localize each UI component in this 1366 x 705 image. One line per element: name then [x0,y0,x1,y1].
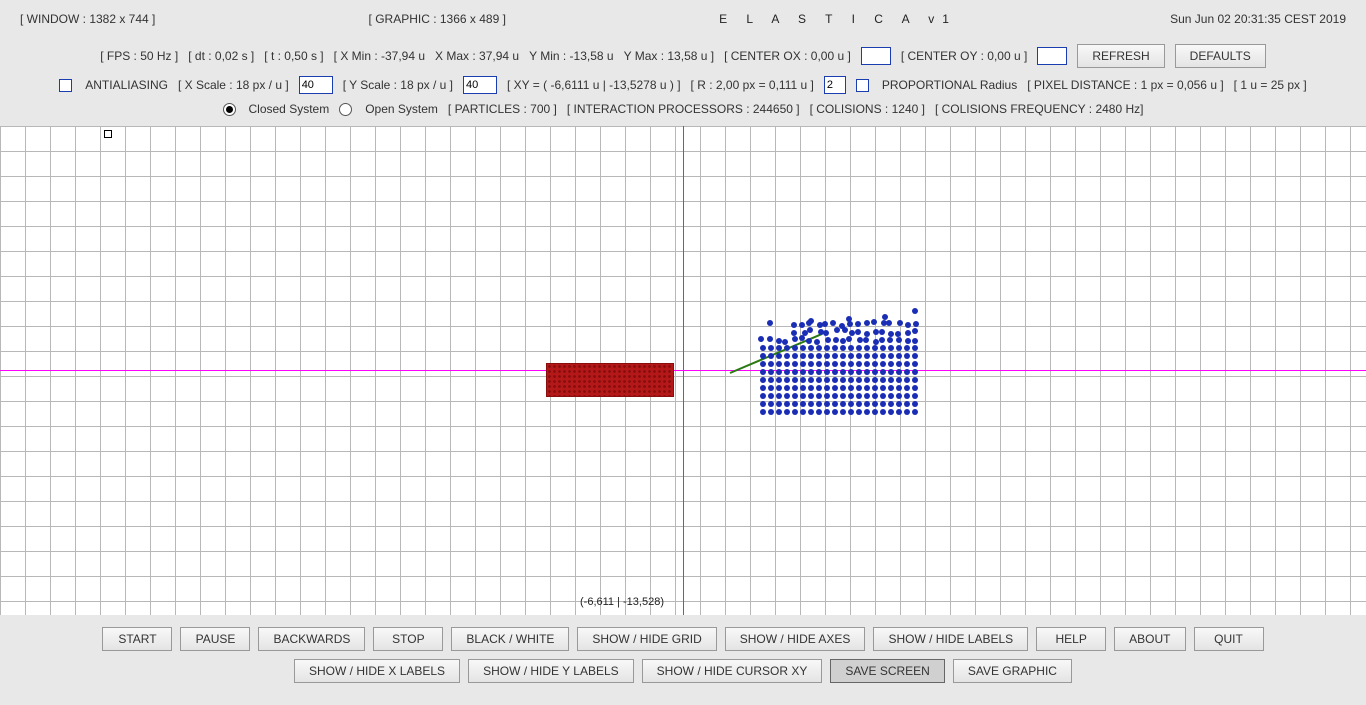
yscale-input[interactable] [463,76,497,94]
open-system-radio[interactable] [339,103,352,116]
black-white-button[interactable]: BLACK / WHITE [451,627,569,651]
defaults-button[interactable]: DEFAULTS [1175,44,1266,68]
y-axis [683,126,684,615]
xscale-input[interactable] [299,76,333,94]
xy-label: [ XY = ( -6,6111 u | -13,5278 u ) ] [507,78,681,92]
show-hide-axes-button[interactable]: SHOW / HIDE AXES [725,627,866,651]
refresh-button[interactable]: REFRESH [1077,44,1164,68]
fps-label: [ FPS : 50 Hz ] [100,49,178,63]
start-button[interactable]: START [102,627,172,651]
proportional-radius-label: PROPORTIONAL Radius [882,78,1017,92]
ymax-label: Y Max : 13,58 u ] [624,49,715,63]
radius-input[interactable] [824,76,846,94]
ymin-label: Y Min : -13,58 u [529,49,614,63]
quit-button[interactable]: QUIT [1194,627,1264,651]
show-hide-grid-button[interactable]: SHOW / HIDE GRID [577,627,716,651]
particle [882,314,888,320]
pause-button[interactable]: PAUSE [180,627,250,651]
pixel-distance-label: [ PIXEL DISTANCE : 1 px = 0,056 u ] [1027,78,1223,92]
datetime-label: Sun Jun 02 20:31:35 CEST 2019 [1170,12,1346,26]
dt-label: [ dt : 0,02 s ] [188,49,254,63]
show-hide-y-labels-button[interactable]: SHOW / HIDE Y LABELS [468,659,634,683]
graphic-size-label: [ GRAPHIC : 1366 x 489 ] [369,12,506,26]
blue-particle-block [760,321,920,419]
collisions-label: [ COLISIONS : 1240 ] [810,102,925,116]
closed-system-label: Closed System [249,102,330,116]
yscale-label: [ Y Scale : 18 px / u ] [343,78,453,92]
interaction-processors-label: [ INTERACTION PROCESSORS : 244650 ] [567,102,800,116]
collisions-frequency-label: [ COLISIONS FREQUENCY : 2480 Hz] [935,102,1144,116]
backwards-button[interactable]: BACKWARDS [258,627,365,651]
red-particle-block [546,363,674,397]
particle [846,316,852,322]
show-hide-x-labels-button[interactable]: SHOW / HIDE X LABELS [294,659,460,683]
particle [912,308,918,314]
xmax-label: X Max : 37,94 u [435,49,519,63]
save-graphic-button[interactable]: SAVE GRAPHIC [953,659,1072,683]
open-system-label: Open System [365,102,438,116]
app-title: E L A S T I C A v1 [719,12,957,26]
window-size-label: [ WINDOW : 1382 x 744 ] [20,12,155,26]
proportional-radius-checkbox[interactable] [856,79,869,92]
pixel-unit-label: [ 1 u = 25 px ] [1234,78,1307,92]
origin-marker [104,130,112,138]
stop-button[interactable]: STOP [373,627,443,651]
antialias-label: ANTIALIASING [85,78,168,92]
centerox-label: [ CENTER OX : 0,00 u ] [724,49,851,63]
centerox-input[interactable] [861,47,891,65]
simulation-canvas[interactable]: (-6,611 | -13,528) [0,126,1366,615]
particles-label: [ PARTICLES : 700 ] [448,102,557,116]
t-label: [ t : 0,50 s ] [264,49,323,63]
centeroy-input[interactable] [1037,47,1067,65]
antialias-checkbox[interactable] [59,79,72,92]
show-hide-labels-button[interactable]: SHOW / HIDE LABELS [873,627,1028,651]
help-button[interactable]: HELP [1036,627,1106,651]
particle [808,318,814,324]
show-hide-cursor-xy-button[interactable]: SHOW / HIDE CURSOR XY [642,659,823,683]
xmin-label: [ X Min : -37,94 u [334,49,425,63]
about-button[interactable]: ABOUT [1114,627,1185,651]
cursor-coordinates: (-6,611 | -13,528) [580,596,664,608]
save-screen-button[interactable]: SAVE SCREEN [830,659,944,683]
xscale-label: [ X Scale : 18 px / u ] [178,78,289,92]
centeroy-label: [ CENTER OY : 0,00 u ] [901,49,1028,63]
r-label: [ R : 2,00 px = 0,111 u ] [691,78,814,92]
closed-system-radio[interactable] [223,103,236,116]
